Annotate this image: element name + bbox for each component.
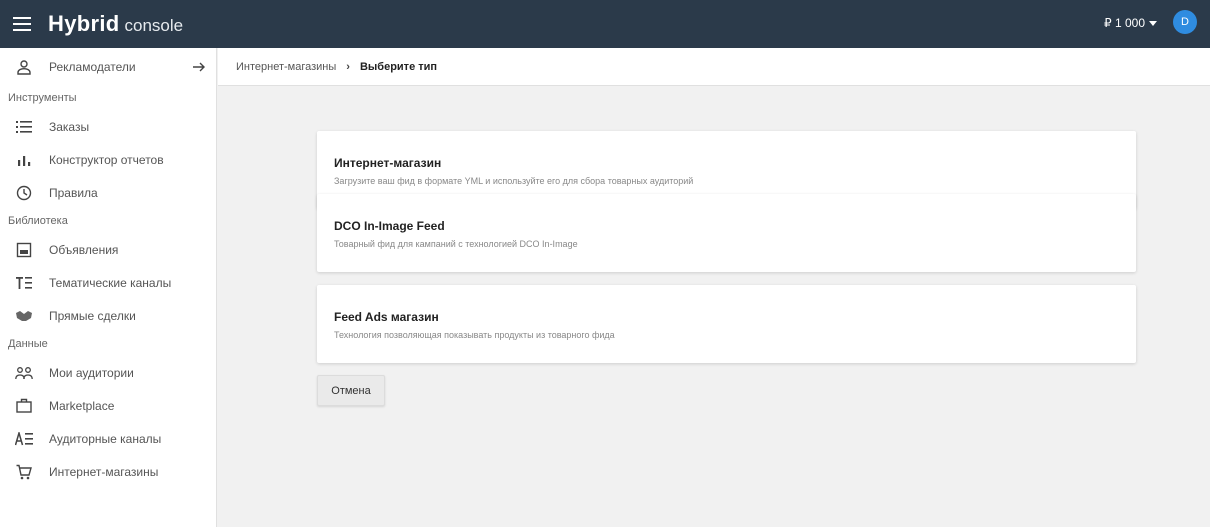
sidebar-item-online-stores[interactable]: Интернет-магазины xyxy=(0,455,216,488)
card-title: Интернет-магазин xyxy=(334,156,442,170)
sidebar-item-label: Аудиторные каналы xyxy=(49,431,162,446)
sidebar-item-marketplace[interactable]: Marketplace xyxy=(0,389,216,422)
sidebar-item-label: Правила xyxy=(49,185,98,200)
breadcrumb-current: Выберите тип xyxy=(359,60,438,73)
text-list-icon xyxy=(12,276,36,290)
sidebar-item-label: Заказы xyxy=(49,119,90,134)
sidebar-item-audience-channels[interactable]: Аудиторные каналы xyxy=(0,422,216,455)
top-bar: Hybrid console ₽ 1 000 D xyxy=(0,0,1210,48)
sidebar-item-label: Прямые сделки xyxy=(49,308,136,323)
clock-icon xyxy=(12,185,36,201)
text-format-icon xyxy=(12,431,36,446)
section-header-library: Библиотека xyxy=(8,215,68,227)
sidebar: Рекламодатели Инструменты Заказы Констру… xyxy=(0,48,217,527)
sidebar-item-label: Мои аудитории xyxy=(49,365,134,380)
card-description: Технология позволяющая показывать продук… xyxy=(334,330,615,340)
card-description: Товарный фид для кампаний с технологией … xyxy=(334,239,578,249)
breadcrumb-separator-icon: › xyxy=(346,60,350,73)
sidebar-item-direct-deals[interactable]: Прямые сделки xyxy=(0,299,216,332)
sidebar-item-label: Marketplace xyxy=(49,398,115,413)
people-icon xyxy=(12,366,36,380)
balance-value: ₽ 1 000 xyxy=(1104,16,1145,30)
section-header-data: Данные xyxy=(8,338,48,350)
user-avatar[interactable]: D xyxy=(1173,10,1197,34)
bar-chart-icon xyxy=(12,153,36,167)
caret-down-icon xyxy=(1149,20,1157,26)
sidebar-item-ads[interactable]: Объявления xyxy=(0,233,216,266)
sidebar-item-orders[interactable]: Заказы xyxy=(0,110,216,143)
sidebar-item-label: Конструктор отчетов xyxy=(49,152,164,167)
card-title: DCO In-Image Feed xyxy=(334,219,445,233)
logo-sub-text: console xyxy=(124,16,184,35)
type-card-dco-in-image-feed[interactable]: DCO In-Image Feed Товарный фид для кампа… xyxy=(317,194,1136,272)
person-icon xyxy=(12,59,36,75)
card-description: Загрузите ваш фид в формате YML и исполь… xyxy=(334,176,694,186)
handshake-icon xyxy=(12,310,36,322)
sidebar-item-label: Рекламодатели xyxy=(49,60,136,74)
sidebar-item-rules[interactable]: Правила xyxy=(0,176,216,209)
hamburger-icon xyxy=(13,17,31,31)
balance-dropdown[interactable]: ₽ 1 000 xyxy=(1104,16,1157,30)
logo-main-text: Hybrid xyxy=(48,11,120,36)
arrow-right-icon[interactable] xyxy=(192,60,206,79)
menu-button[interactable] xyxy=(0,0,44,48)
list-icon xyxy=(12,120,36,134)
type-card-feed-ads-store[interactable]: Feed Ads магазин Технология позволяющая … xyxy=(317,285,1136,363)
breadcrumb-link-online-stores[interactable]: Интернет-магазины xyxy=(236,61,336,73)
cart-icon xyxy=(12,464,36,480)
sidebar-item-label: Объявления xyxy=(49,242,119,257)
breadcrumb: Интернет-магазины › Выберите тип xyxy=(218,48,1210,86)
image-icon xyxy=(12,242,36,258)
sidebar-item-report-builder[interactable]: Конструктор отчетов xyxy=(0,143,216,176)
sidebar-item-label: Тематические каналы xyxy=(49,275,172,290)
card-title: Feed Ads магазин xyxy=(334,310,439,324)
sidebar-item-advertisers[interactable]: Рекламодатели xyxy=(0,48,216,86)
section-header-tools: Инструменты xyxy=(8,92,77,104)
sidebar-item-label: Интернет-магазины xyxy=(49,464,159,479)
sidebar-item-my-audiences[interactable]: Мои аудитории xyxy=(0,356,216,389)
briefcase-icon xyxy=(12,398,36,413)
app-logo[interactable]: Hybrid console xyxy=(48,11,183,37)
sidebar-item-thematic-channels[interactable]: Тематические каналы xyxy=(0,266,216,299)
cancel-button[interactable]: Отмена xyxy=(317,375,385,406)
